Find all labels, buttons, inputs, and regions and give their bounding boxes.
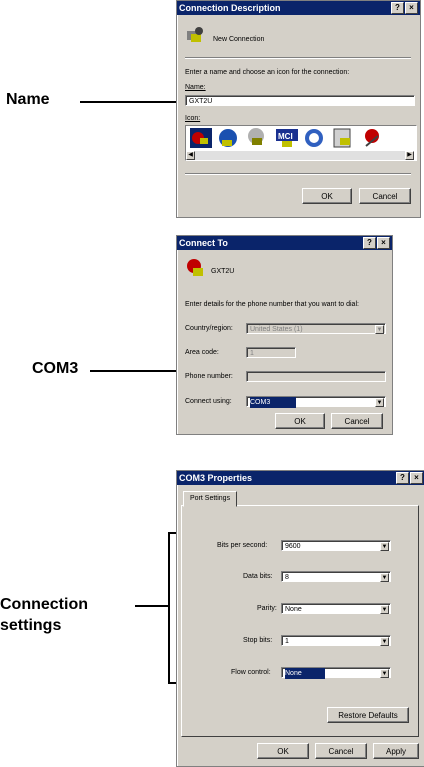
data-bits-label: Data bits: — [243, 573, 273, 580]
icon-list[interactable]: MCI ◀ ▶ — [185, 125, 417, 161]
connect-using-value: COM3 — [250, 397, 296, 408]
flow-control-value: None — [285, 668, 325, 679]
icon-label: Icon: — [185, 115, 201, 122]
callout-settings: settings — [0, 617, 62, 634]
parity-select[interactable]: None ▼ — [281, 603, 391, 614]
parity-value: None — [285, 606, 302, 613]
chevron-down-icon[interactable]: ▼ — [380, 669, 389, 678]
ok-button[interactable]: OK — [257, 743, 309, 759]
callout-name: Name — [6, 91, 50, 108]
chevron-down-icon[interactable]: ▼ — [375, 325, 384, 334]
help-button[interactable]: ? — [396, 472, 409, 484]
restore-defaults-button[interactable]: Restore Defaults — [327, 707, 409, 723]
chevron-down-icon[interactable]: ▼ — [380, 542, 389, 551]
cancel-button[interactable]: Cancel — [359, 188, 411, 204]
ok-button[interactable]: OK — [275, 413, 325, 429]
chevron-down-icon[interactable]: ▼ — [380, 573, 389, 582]
phone-connection-icon — [185, 25, 205, 45]
close-button[interactable]: × — [410, 472, 423, 484]
scroll-right-button[interactable]: ▶ — [405, 151, 414, 160]
callout-com3: COM3 — [32, 360, 79, 377]
instructions: Enter a name and choose an icon for the … — [185, 69, 350, 76]
country-label: Country/region: — [185, 325, 233, 332]
dialog-titlebar: COM3 Properties ? × — [177, 471, 424, 485]
instructions: Enter details for the phone number that … — [185, 301, 359, 308]
chevron-down-icon[interactable]: ▼ — [380, 605, 389, 614]
ok-button[interactable]: OK — [302, 188, 352, 204]
stop-bits-label: Stop bits: — [243, 637, 273, 644]
data-bits-value: 8 — [285, 574, 289, 581]
data-bits-select[interactable]: 8 ▼ — [281, 571, 391, 582]
phone-number-field[interactable] — [246, 371, 386, 382]
cancel-button[interactable]: Cancel — [315, 743, 367, 759]
dialog-title: Connect To — [179, 238, 228, 248]
com3-properties-dialog: COM3 Properties ? × Port Settings Bits p… — [176, 470, 424, 767]
icon-scrollbar[interactable]: ◀ ▶ — [186, 151, 414, 160]
stop-bits-value: 1 — [285, 638, 289, 645]
callout-connection-line — [135, 605, 168, 607]
bits-per-second-select[interactable]: 9600 ▼ — [281, 540, 391, 551]
dialog-title: Connection Description — [179, 3, 281, 13]
cancel-button[interactable]: Cancel — [331, 413, 383, 429]
svg-text:MCI: MCI — [278, 132, 293, 141]
country-select[interactable]: United States (1) ▼ — [246, 323, 386, 334]
separator — [185, 173, 411, 175]
chevron-down-icon[interactable]: ▼ — [375, 398, 384, 407]
callout-com3-line — [90, 370, 178, 372]
separator — [185, 57, 411, 59]
area-code-label: Area code: — [185, 349, 219, 356]
close-button[interactable]: × — [377, 237, 390, 249]
dialog-titlebar: Connect To ? × — [177, 236, 392, 250]
parity-label: Parity: — [257, 605, 277, 612]
name-label: Name: — [185, 84, 206, 91]
area-code-field[interactable]: 1 — [246, 347, 296, 358]
name-field[interactable]: GXT2U — [185, 95, 415, 106]
bits-per-second-label: Bits per second: — [217, 542, 268, 549]
flow-control-select[interactable]: None ▼ — [281, 667, 391, 679]
connect-using-select[interactable]: COM3 ▼ — [246, 396, 386, 408]
close-button[interactable]: × — [405, 2, 418, 14]
dialog-title: COM3 Properties — [179, 473, 253, 483]
chevron-down-icon[interactable]: ▼ — [380, 637, 389, 646]
phone-connection-icon — [185, 258, 205, 278]
bits-per-second-value: 9600 — [285, 543, 301, 550]
apply-button[interactable]: Apply — [373, 743, 419, 759]
dialog-heading: GXT2U — [211, 268, 235, 275]
help-button[interactable]: ? — [391, 2, 404, 14]
connect-using-label: Connect using: — [185, 398, 232, 405]
connection-description-dialog: Connection Description ? × New Connectio… — [176, 0, 421, 218]
callout-connection: Connection — [0, 596, 88, 613]
tab-port-settings[interactable]: Port Settings — [183, 491, 238, 507]
scroll-left-button[interactable]: ◀ — [186, 151, 195, 160]
dialog-titlebar: Connection Description ? × — [177, 1, 420, 15]
dialog-heading: New Connection — [213, 36, 265, 43]
country-value: United States (1) — [250, 326, 303, 333]
flow-control-label: Flow control: — [231, 669, 271, 676]
phone-number-label: Phone number: — [185, 373, 233, 380]
callout-name-line — [80, 101, 178, 103]
help-button[interactable]: ? — [363, 237, 376, 249]
connect-to-dialog: Connect To ? × GXT2U Enter details for t… — [176, 235, 393, 435]
stop-bits-select[interactable]: 1 ▼ — [281, 635, 391, 646]
